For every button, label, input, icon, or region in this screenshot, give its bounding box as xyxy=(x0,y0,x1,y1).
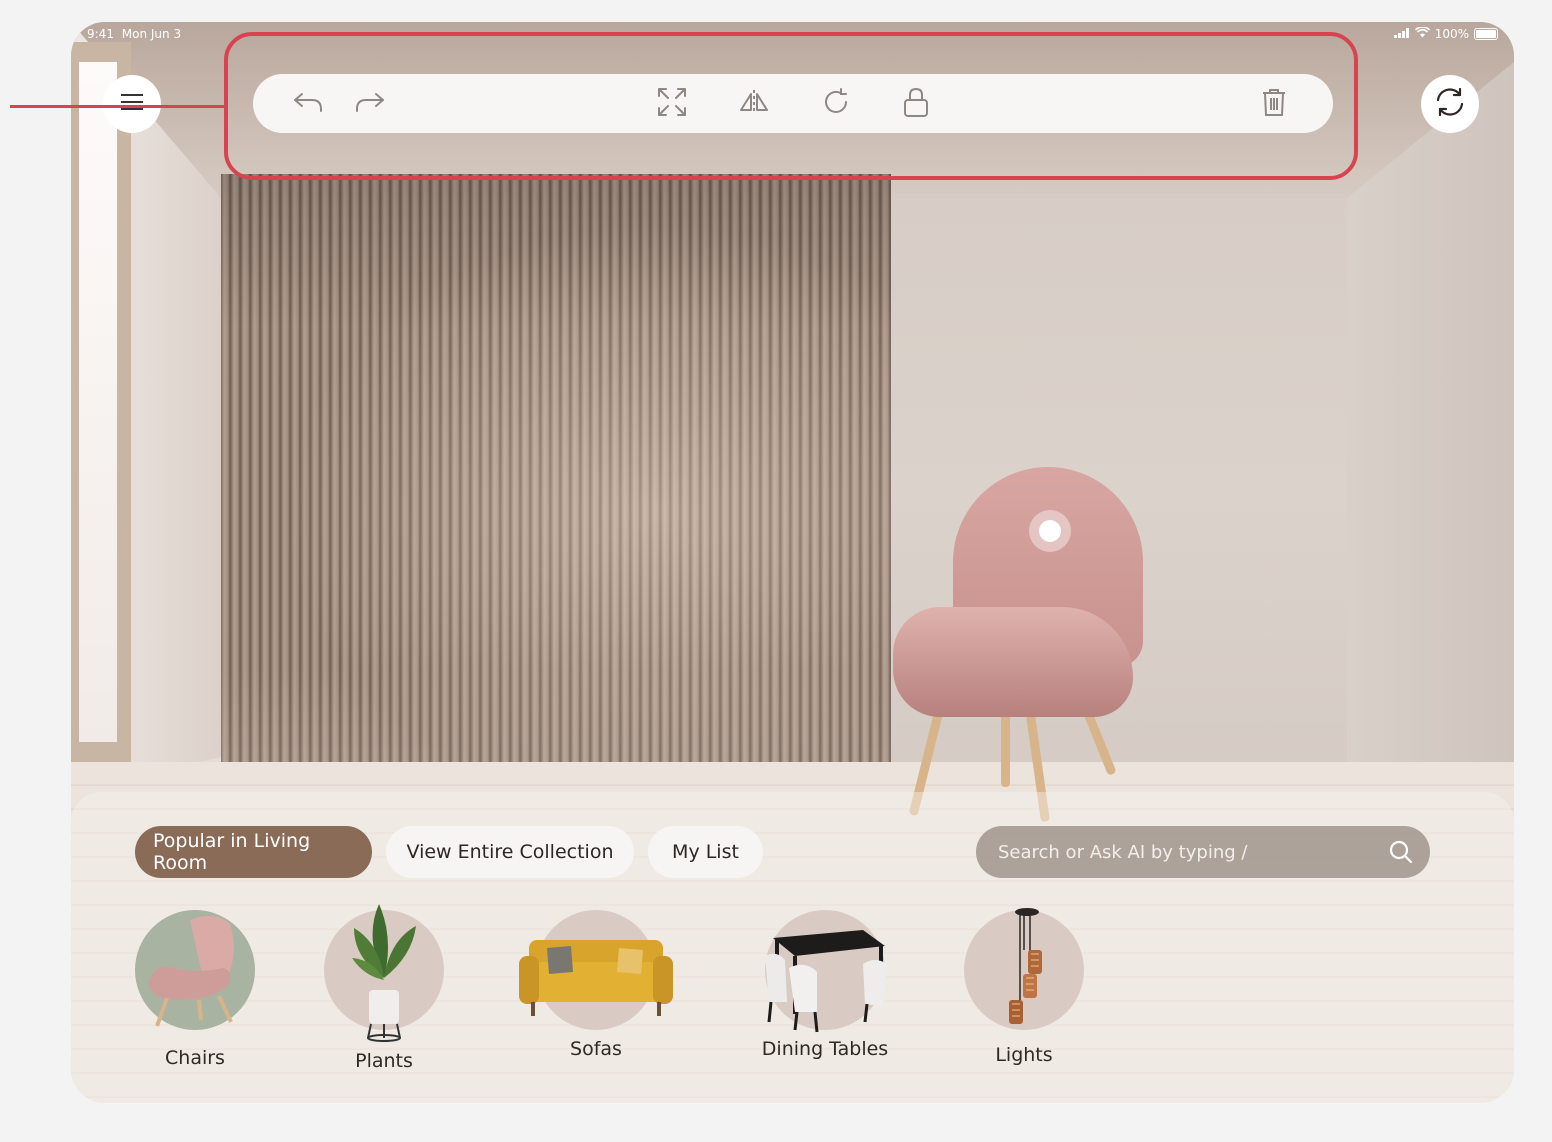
category-chairs[interactable]: Chairs xyxy=(110,910,280,1080)
status-date: Mon Jun 3 xyxy=(121,27,182,41)
category-thumbnail xyxy=(765,910,887,1033)
chair-seat xyxy=(893,607,1133,717)
cellular-signal-icon xyxy=(1393,27,1410,41)
window-pane xyxy=(79,62,117,742)
category-dining-tables[interactable]: Dining Tables xyxy=(740,910,910,1080)
placed-armchair[interactable] xyxy=(883,467,1163,823)
category-thumbnail xyxy=(135,910,255,1030)
category-thumbnail xyxy=(519,910,673,1030)
catalog-panel: Popular in Living Room View Entire Colle… xyxy=(71,792,1514,1103)
battery-icon xyxy=(1474,28,1498,40)
hamburger-menu-icon xyxy=(121,93,143,115)
potted-plant-icon xyxy=(352,904,416,1042)
dining-table-icon xyxy=(765,930,887,1033)
status-bar-left: 9:41 Mon Jun 3 xyxy=(87,27,181,41)
toolbar-highlight-frame xyxy=(224,32,1358,180)
category-label: Sofas xyxy=(570,1038,622,1060)
ipad-screen: 9:41 Mon Jun 3 100% Popular in Living Ro… xyxy=(71,22,1514,1103)
tab-popular-in-living-room[interactable]: Popular in Living Room xyxy=(135,826,372,878)
highlight-pointer-line xyxy=(10,105,224,108)
category-label: Dining Tables xyxy=(761,1038,889,1060)
tab-my-list[interactable]: My List xyxy=(648,826,763,878)
slat-wall-lighting xyxy=(221,174,891,790)
sofa-icon xyxy=(519,940,673,1016)
status-time: 9:41 xyxy=(87,27,114,41)
category-label: Lights xyxy=(995,1044,1053,1066)
category-label: Plants xyxy=(355,1050,413,1072)
pendant-light-icon xyxy=(1009,908,1042,1024)
chair-leg xyxy=(1001,707,1010,787)
wifi-icon xyxy=(1414,26,1430,41)
search-input[interactable] xyxy=(996,840,1370,864)
armchair-icon xyxy=(149,915,234,1027)
menu-button[interactable] xyxy=(103,75,161,133)
refresh-button[interactable] xyxy=(1421,75,1479,133)
battery-percent: 100% xyxy=(1434,27,1469,41)
refresh-icon xyxy=(1433,85,1467,123)
tab-view-entire-collection[interactable]: View Entire Collection xyxy=(386,826,634,878)
search-icon[interactable] xyxy=(1388,839,1414,869)
object-selection-dot[interactable] xyxy=(1029,510,1071,552)
status-bar-right: 100% xyxy=(1393,26,1498,41)
category-sofas[interactable]: Sofas xyxy=(511,910,681,1080)
category-lights[interactable]: Lights xyxy=(939,908,1109,1080)
category-thumbnail xyxy=(324,904,444,1042)
category-thumbnail xyxy=(964,908,1084,1030)
category-label: Chairs xyxy=(165,1047,225,1069)
search-bar[interactable] xyxy=(976,826,1430,878)
category-plants[interactable]: Plants xyxy=(299,904,469,1080)
